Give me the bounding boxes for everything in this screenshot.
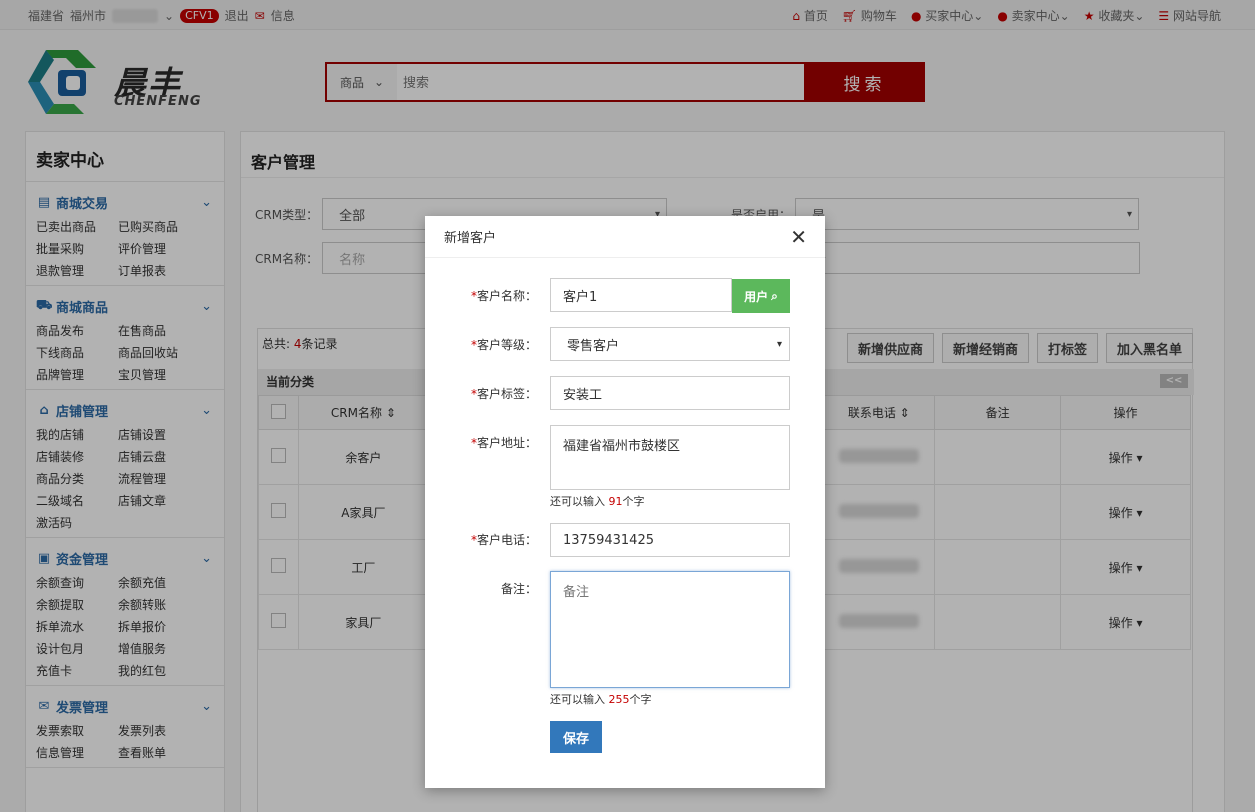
hint-suffix: 个字 [622,495,645,508]
label-text: 客户等级： [476,338,537,352]
customer-phone-input[interactable]: 13759431425 [550,523,790,557]
customer-level-select[interactable]: 零售客户 ▾ [550,327,790,361]
customer-tag-label: *客户标签： [425,385,537,402]
dialog-title: 新增客户 [444,231,497,246]
customer-name-input[interactable]: 客户1 [550,278,732,312]
customer-address-label: *客户地址： [425,434,537,451]
remark-textarea[interactable]: 备注 [550,571,790,688]
hint-prefix: 还可以输入 [550,693,609,706]
hint-count: 91 [608,495,623,508]
save-button[interactable]: 保存 [550,721,602,753]
select-user-button[interactable]: 用户 ⌕ [732,279,790,313]
search-icon: ⌕ [771,288,778,303]
close-icon[interactable]: ✕ [790,227,807,247]
dialog-header: 新增客户 ✕ [425,216,825,258]
customer-address-textarea[interactable]: 福建省福州市鼓楼区 [550,425,790,490]
remark-char-hint: 还可以输入 255个字 [550,691,652,707]
customer-name-label: *客户名称： [425,287,537,304]
hint-prefix: 还可以输入 [550,495,609,508]
hint-count: 255 [608,693,630,706]
customer-level-value: 零售客户 [567,338,620,354]
select-user-label: 用户 [744,289,769,304]
customer-phone-label: *客户电话： [425,531,537,548]
customer-tag-input[interactable]: 安装工 [550,376,790,410]
add-customer-dialog: 新增客户 ✕ *客户名称： 客户1 用户 ⌕ *客户等级： 零售客户 ▾ *客户标… [425,216,825,788]
label-text: 客户地址： [476,436,537,450]
label-text: 客户电话： [476,533,537,547]
label-text: 客户标签： [476,387,537,401]
customer-level-label: *客户等级： [425,336,537,353]
hint-suffix: 个字 [629,693,652,706]
remark-label: 备注： [500,582,537,596]
label-text: 客户名称： [476,289,537,303]
address-char-hint: 还可以输入 91个字 [550,493,645,509]
caret-down-icon: ▾ [776,338,782,350]
